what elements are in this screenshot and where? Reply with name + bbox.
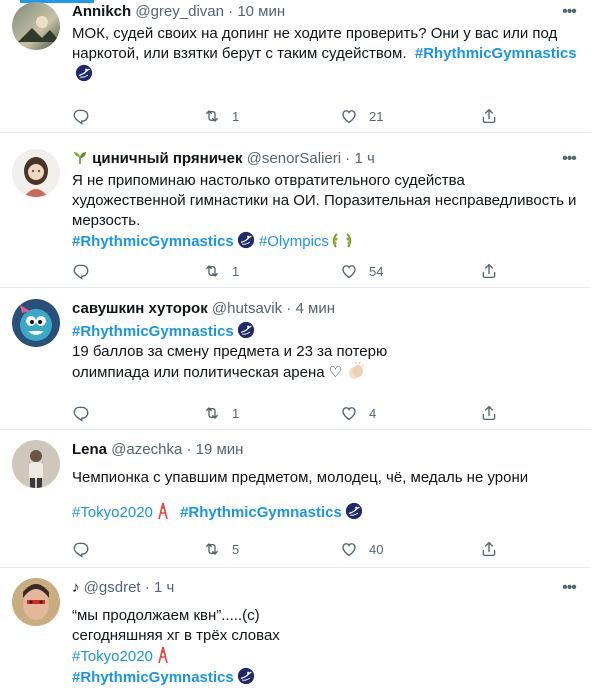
tweet[interactable]: Annikch @grey_divan · 10 мин ••• МОК, су… xyxy=(0,0,591,133)
like-icon xyxy=(340,107,358,125)
tokyo-tower-icon xyxy=(158,502,168,520)
timestamp[interactable]: 4 мин xyxy=(296,300,336,317)
tweet[interactable]: ♪ @gsdret · 1 ч ••• “мы продолжаем квн”.… xyxy=(0,568,591,700)
timestamp[interactable]: 1 ч xyxy=(154,579,174,596)
tweet-text: #RhythmicGymnastics 19 баллов за смену п… xyxy=(72,321,579,383)
hashtag-link[interactable]: #Tokyo2020 xyxy=(72,648,153,665)
gymnastics-hashflag-icon xyxy=(237,667,255,685)
retweet-icon xyxy=(203,107,221,125)
handle[interactable]: @senorSalieri xyxy=(247,150,341,167)
like-icon xyxy=(340,404,358,422)
share-icon xyxy=(480,540,498,558)
display-name[interactable]: Lena xyxy=(72,441,107,458)
more-icon[interactable]: ••• xyxy=(559,149,579,169)
tweet[interactable]: савушкин хуторок @hutsavik · 4 мин #Rhyt… xyxy=(0,289,591,430)
like-button[interactable]: 4 xyxy=(340,403,376,423)
hashtag-link[interactable]: #Tokyo2020 xyxy=(72,504,153,521)
like-button[interactable]: 40 xyxy=(340,539,383,559)
tweet-header: Annikch @grey_divan · 10 мин xyxy=(72,3,286,20)
tweet-body: олимпиада или политическая арена ♡ xyxy=(72,364,343,381)
avatar[interactable] xyxy=(12,440,60,488)
tweet-actions: 1 54 xyxy=(72,261,579,281)
reply-button[interactable] xyxy=(72,261,101,281)
tweet-actions: 1 4 xyxy=(72,403,579,423)
share-button[interactable] xyxy=(480,261,498,281)
retweet-button[interactable]: 5 xyxy=(203,539,239,559)
hashtag-link[interactable]: #RhythmicGymnastics xyxy=(415,45,577,62)
reply-icon xyxy=(72,540,90,558)
avatar[interactable] xyxy=(12,578,60,626)
share-icon xyxy=(480,404,498,422)
tokyo-tower-icon xyxy=(158,646,168,664)
gymnastics-hashflag-icon xyxy=(345,502,363,520)
retweet-icon xyxy=(203,540,221,558)
reply-button[interactable] xyxy=(72,403,101,423)
tweet-actions: 5 40 xyxy=(72,539,579,559)
tweet-text: МОК, судей своих на допинг не ходите про… xyxy=(72,24,579,85)
reply-icon xyxy=(72,107,90,125)
reply-icon xyxy=(72,404,90,422)
share-icon xyxy=(480,107,498,125)
handle[interactable]: @grey_divan xyxy=(135,3,224,20)
avatar[interactable] xyxy=(12,299,60,347)
display-name[interactable]: Annikch xyxy=(72,3,131,20)
hashtag-link[interactable]: #RhythmicGymnastics xyxy=(72,233,234,250)
handle[interactable]: @gsdret xyxy=(84,579,141,596)
gymnastics-hashflag-icon xyxy=(237,321,255,339)
tweet-header: ♪ @gsdret · 1 ч xyxy=(72,579,175,596)
avatar[interactable] xyxy=(12,2,60,50)
timestamp[interactable]: 19 мин xyxy=(196,441,244,458)
retweet-button[interactable]: 1 xyxy=(203,403,239,423)
hashtag-link[interactable]: #RhythmicGymnastics xyxy=(180,504,342,521)
gymnastics-hashflag-icon xyxy=(237,231,255,249)
display-name[interactable]: ♪ xyxy=(72,579,80,596)
tweet-header: Lena @azechka · 19 мин xyxy=(72,441,244,458)
like-button[interactable]: 54 xyxy=(340,261,383,281)
share-button[interactable] xyxy=(480,106,498,126)
hashtag-link[interactable]: #RhythmicGymnastics xyxy=(72,323,234,340)
reply-button[interactable] xyxy=(72,106,101,126)
handle[interactable]: @azechka xyxy=(111,441,182,458)
tweet-body: 19 баллов за смену предмета и 23 за поте… xyxy=(72,343,388,360)
tweet-body: Чемпионка с упавшим предметом, молодец, … xyxy=(72,469,529,486)
timestamp[interactable]: 10 мин xyxy=(237,3,285,20)
like-icon xyxy=(340,540,358,558)
like-button[interactable]: 21 xyxy=(340,106,383,126)
avatar[interactable] xyxy=(12,149,60,197)
retweet-button[interactable]: 1 xyxy=(203,261,239,281)
tweet-header: циничный пряничек @senorSalieri · 1 ч xyxy=(72,149,579,169)
retweet-icon xyxy=(203,404,221,422)
hashtag-link[interactable]: #RhythmicGymnastics xyxy=(72,669,234,686)
reply-button[interactable] xyxy=(72,539,101,559)
tweet-body: Я не припоминаю настолько отвратительног… xyxy=(72,172,577,229)
tweet-header: савушкин хуторок @hutsavik · 4 мин xyxy=(72,300,336,317)
gymnastics-hashflag-icon xyxy=(75,64,93,82)
more-icon[interactable]: ••• xyxy=(559,2,579,22)
like-icon xyxy=(340,262,358,280)
olympic-wreath-icon xyxy=(332,233,352,248)
sprout-icon xyxy=(74,152,86,164)
tweet[interactable]: циничный пряничек @senorSalieri · 1 ч ••… xyxy=(0,139,591,288)
tweet[interactable]: Lena @azechka · 19 мин Чемпионка с упавш… xyxy=(0,430,591,568)
tweet-text: Чемпионка с упавшим предметом, молодец, … xyxy=(72,468,579,523)
tweet-actions: 1 21 xyxy=(72,106,579,126)
tweet-text: “мы продолжаем квн”.....(с) сегодняшняя … xyxy=(72,606,579,688)
handle[interactable]: @hutsavik xyxy=(212,300,282,317)
share-button[interactable] xyxy=(480,539,498,559)
retweet-button[interactable]: 1 xyxy=(203,106,239,126)
hashtag-link[interactable]: #Olympics xyxy=(259,233,329,250)
more-icon[interactable]: ••• xyxy=(559,578,579,598)
timestamp[interactable]: 1 ч xyxy=(354,150,374,167)
display-name[interactable]: савушкин хуторок xyxy=(72,300,208,317)
share-icon xyxy=(480,262,498,280)
retweet-icon xyxy=(203,262,221,280)
share-button[interactable] xyxy=(480,403,498,423)
reply-icon xyxy=(72,262,90,280)
display-name[interactable]: циничный пряничек xyxy=(92,150,242,167)
clapping-hands-icon xyxy=(349,362,365,379)
tweet-body: сегодняшняя хг в трёх словах xyxy=(72,627,280,644)
tweet-body: “мы продолжаем квн”.....(с) xyxy=(72,607,260,624)
tweet-text: Я не припоминаю настолько отвратительног… xyxy=(72,171,579,252)
